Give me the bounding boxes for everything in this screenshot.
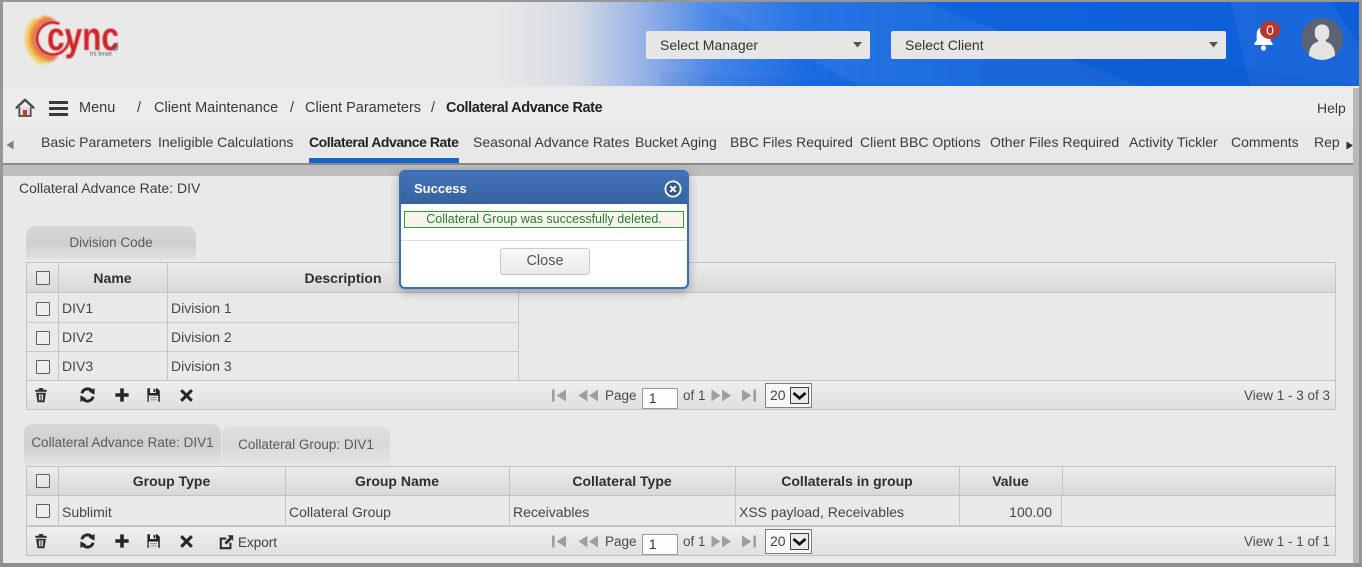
svg-text:R: R	[113, 46, 116, 51]
svg-text:It's Smart: It's Smart	[90, 52, 112, 58]
